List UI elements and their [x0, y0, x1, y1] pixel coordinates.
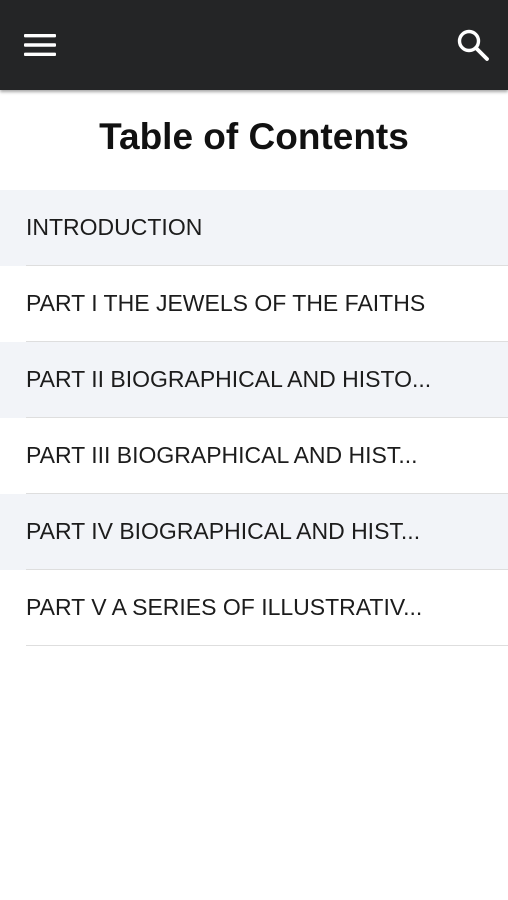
toc-item-label: PART V A SERIES OF ILLUSTRATIV...	[26, 594, 423, 620]
toc-item[interactable]: PART V A SERIES OF ILLUSTRATIV...	[0, 570, 508, 646]
toc-item[interactable]: PART IV BIOGRAPHICAL AND HIST...	[0, 494, 508, 570]
page-title: Table of Contents	[99, 116, 409, 157]
toc-list: INTRODUCTION PART I THE JEWELS OF THE FA…	[0, 190, 508, 646]
toc-item-label: PART III BIOGRAPHICAL AND HIST...	[26, 442, 418, 468]
toc-item-label: PART II BIOGRAPHICAL AND HISTO...	[26, 366, 432, 392]
toc-item[interactable]: PART III BIOGRAPHICAL AND HIST...	[0, 418, 508, 494]
search-icon	[457, 29, 489, 61]
toc-item[interactable]: PART I THE JEWELS OF THE FAITHS	[0, 266, 508, 342]
hamburger-menu-icon	[24, 34, 56, 56]
search-button[interactable]	[448, 22, 496, 68]
toc-item-label: PART IV BIOGRAPHICAL AND HIST...	[26, 518, 421, 544]
toc-item[interactable]: PART II BIOGRAPHICAL AND HISTO...	[0, 342, 508, 418]
app-bar	[0, 0, 508, 90]
toc-item[interactable]: INTRODUCTION	[0, 190, 508, 266]
app-screen: Table of Contents INTRODUCTION PART I TH…	[0, 0, 508, 900]
toc-item-label: PART I THE JEWELS OF THE FAITHS	[26, 290, 426, 316]
divider	[26, 645, 508, 646]
toc-item-label: INTRODUCTION	[26, 214, 203, 240]
menu-button[interactable]	[14, 24, 66, 66]
